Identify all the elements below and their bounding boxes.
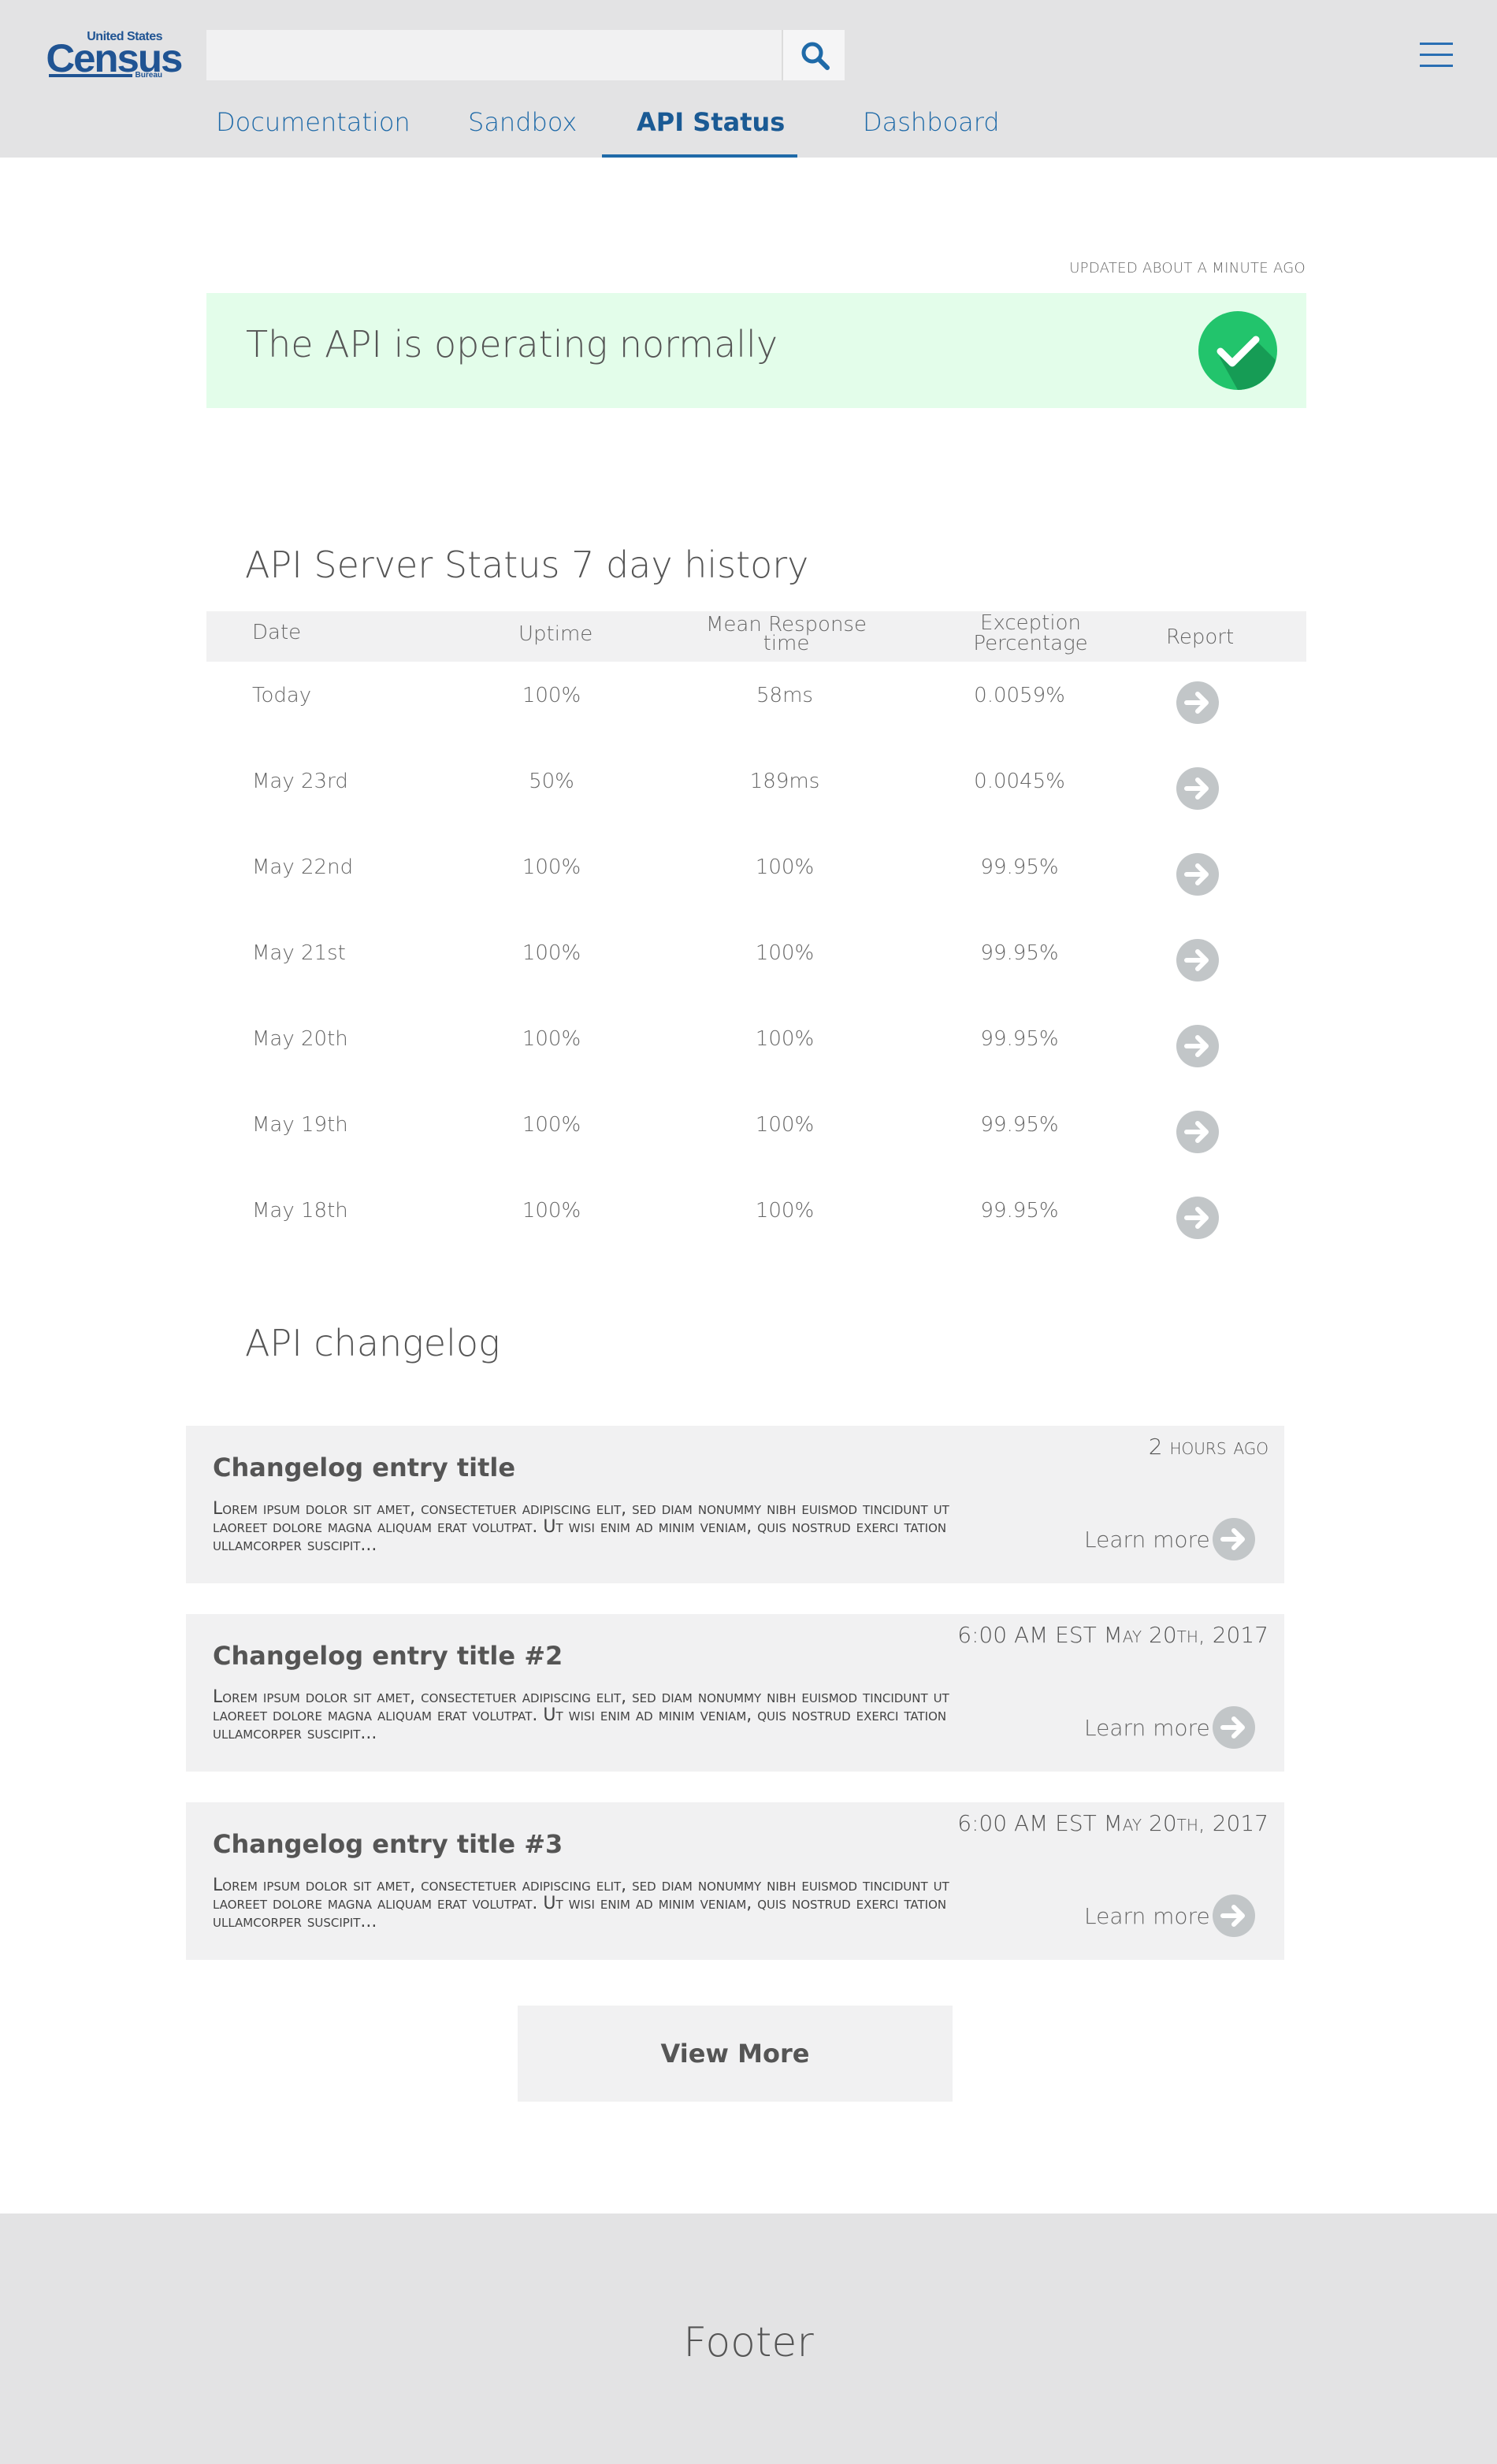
check-circle-icon [1198, 311, 1277, 390]
row-uptime: 100% [522, 684, 581, 707]
site-header: United States Census Bureau Documentatio… [0, 0, 1497, 158]
nav-active-indicator [602, 154, 797, 158]
row-exception: 99.95% [980, 855, 1059, 879]
row-uptime: 100% [522, 1199, 581, 1223]
row-exception: 99.95% [980, 1199, 1059, 1223]
site-footer: Footer [0, 2214, 1497, 2464]
changelog-time: 6:00 AM EST May 20th, 2017 [957, 1810, 1269, 1836]
changelog-entry: 2 hours ago Changelog entry title Lorem ip… [186, 1426, 1284, 1583]
search-button[interactable] [782, 30, 845, 80]
status-message: The API is operating normally [246, 323, 778, 366]
changelog-entry-body: Lorem ipsum dolor sit amet, consectetuer… [213, 1687, 949, 1743]
changelog-title: API changelog [245, 1322, 500, 1364]
row-date: Today [252, 684, 312, 707]
row-exception: 99.95% [980, 1027, 1059, 1051]
changelog-entry-body: Lorem ipsum dolor sit amet, consectetuer… [213, 1499, 949, 1555]
row-uptime: 50% [529, 770, 574, 793]
logo-underline [49, 74, 132, 77]
row-date: May 22nd [252, 855, 354, 879]
hamburger-menu-icon[interactable] [1420, 41, 1454, 69]
report-arrow-icon[interactable] [1176, 1024, 1220, 1068]
col-date: Date [252, 621, 302, 644]
row-mean-response: 100% [755, 1199, 815, 1223]
updated-timestamp: UPDATED ABOUT A MINUTE AGO [1069, 260, 1306, 276]
report-arrow-icon[interactable] [1176, 681, 1220, 725]
row-date: May 20th [252, 1027, 348, 1051]
search-input[interactable] [206, 30, 782, 80]
row-date: May 21st [252, 941, 346, 965]
changelog-entry-title: Changelog entry title #2 [213, 1641, 563, 1671]
learn-more-arrow-icon[interactable] [1212, 1517, 1256, 1561]
row-mean-response: 58ms [756, 684, 813, 707]
col-report: Report [1166, 625, 1235, 649]
row-date: May 23rd [252, 770, 348, 793]
nav-documentation[interactable]: Documentation [216, 107, 410, 139]
learn-more-arrow-icon[interactable] [1212, 1894, 1256, 1938]
row-mean-response: 100% [755, 1113, 815, 1137]
row-uptime: 100% [522, 941, 581, 965]
nav-api-status[interactable]: API Status [637, 107, 785, 139]
col-exception-line2: Percentage [973, 632, 1088, 655]
report-arrow-icon[interactable] [1176, 1196, 1220, 1240]
report-arrow-icon[interactable] [1176, 852, 1220, 896]
row-mean-response: 100% [755, 1027, 815, 1051]
changelog-entry-title: Changelog entry title [213, 1453, 516, 1482]
row-date: May 19th [252, 1113, 348, 1137]
nav-dashboard[interactable]: Dashboard [863, 107, 1000, 139]
col-exception-line1: Exception [980, 611, 1081, 635]
learn-more-link[interactable]: Learn more [1084, 1715, 1210, 1741]
learn-more-link[interactable]: Learn more [1084, 1527, 1210, 1553]
changelog-time: 6:00 AM EST May 20th, 2017 [957, 1622, 1269, 1648]
row-uptime: 100% [522, 855, 581, 879]
col-exception: Exception Percentage [936, 613, 1125, 654]
history-table-header: Date Uptime Mean Response time Exception… [206, 611, 1306, 662]
history-title: API Server Status 7 day history [245, 544, 809, 586]
report-arrow-icon[interactable] [1176, 1110, 1220, 1154]
changelog-entry: 6:00 AM EST May 20th, 2017 Changelog entr… [186, 1614, 1284, 1772]
report-arrow-icon[interactable] [1176, 938, 1220, 982]
changelog-entry-title: Changelog entry title #3 [213, 1829, 563, 1859]
changelog-entry-body: Lorem ipsum dolor sit amet, consectetuer… [213, 1876, 949, 1931]
status-banner: The API is operating normally [206, 293, 1306, 408]
row-date: May 18th [252, 1199, 348, 1223]
row-exception: 0.0045% [974, 770, 1065, 793]
row-mean-response: 189ms [749, 770, 820, 793]
learn-more-arrow-icon[interactable] [1212, 1705, 1256, 1750]
row-exception: 0.0059% [974, 684, 1065, 707]
search-icon [801, 42, 830, 70]
learn-more-link[interactable]: Learn more [1084, 1903, 1210, 1929]
changelog-entry: 6:00 AM EST May 20th, 2017 Changelog entr… [186, 1802, 1284, 1960]
row-mean-response: 100% [755, 855, 815, 879]
logo-line-3: Bureau [135, 71, 162, 80]
report-arrow-icon[interactable] [1176, 766, 1220, 811]
col-mean-response: Mean Response time [700, 614, 873, 654]
changelog-time: 2 hours ago [1148, 1434, 1269, 1460]
row-exception: 99.95% [980, 1113, 1059, 1137]
census-logo[interactable]: United States Census Bureau [46, 28, 183, 83]
col-uptime: Uptime [518, 622, 593, 646]
view-more-button[interactable]: View More [518, 2006, 953, 2102]
row-exception: 99.95% [980, 941, 1059, 965]
row-uptime: 100% [522, 1113, 581, 1137]
footer-text: Footer [683, 2319, 814, 2366]
row-mean-response: 100% [755, 941, 815, 965]
nav-sandbox[interactable]: Sandbox [468, 107, 577, 139]
row-uptime: 100% [522, 1027, 581, 1051]
